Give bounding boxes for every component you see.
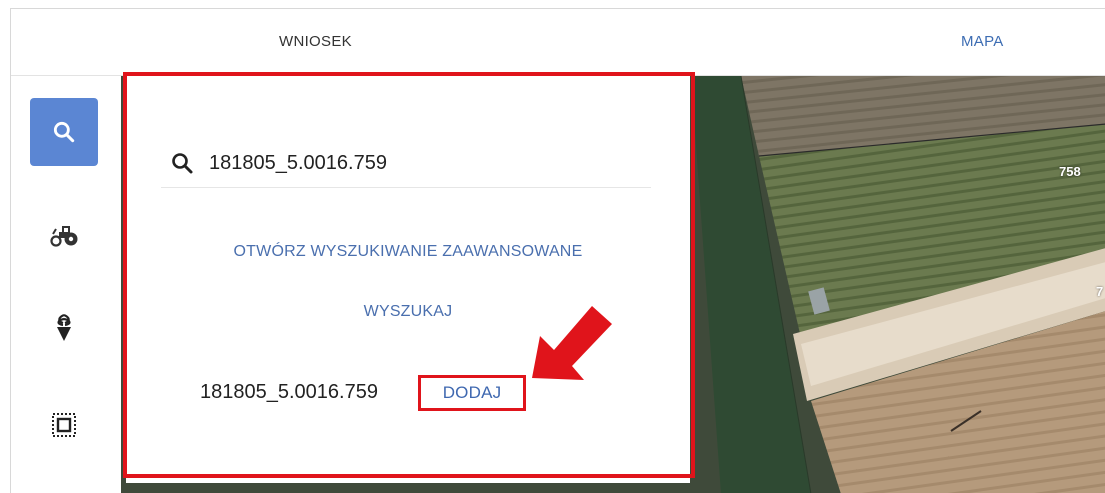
search-icon xyxy=(167,148,197,178)
search-bar xyxy=(161,139,651,188)
left-toolbar xyxy=(11,76,121,493)
search-button[interactable]: WYSZUKAJ xyxy=(126,303,690,321)
advanced-search-link[interactable]: OTWÓRZ WYSZUKIWANIE ZAAWANSOWANE xyxy=(126,243,690,261)
tab-wniosek[interactable]: WNIOSEK xyxy=(279,9,352,75)
toolbar-tractor-button[interactable] xyxy=(30,203,98,271)
tractor-icon xyxy=(50,226,78,247)
toolbar-search-button[interactable] xyxy=(30,98,98,166)
search-icon xyxy=(53,121,75,143)
toolbar-parcel-button[interactable] xyxy=(30,391,98,459)
toolbar-crop-button[interactable] xyxy=(30,294,98,362)
map-parcel-label: 758 xyxy=(1059,164,1081,179)
tab-bar: WNIOSEK MAPA xyxy=(11,9,1105,76)
result-parcel-id: 181805_5.0016.759 xyxy=(200,381,378,403)
search-panel: OTWÓRZ WYSZUKIWANIE ZAAWANSOWANE WYSZUKA… xyxy=(126,75,690,483)
add-button[interactable]: DODAJ xyxy=(418,375,526,411)
app-window: WNIOSEK MAPA 758 7 181805_5.0016.759 OTW… xyxy=(10,8,1105,493)
parcel-select-icon xyxy=(52,413,76,437)
crop-plant-icon xyxy=(57,313,71,341)
tab-mapa[interactable]: MAPA xyxy=(961,9,1004,75)
search-input[interactable] xyxy=(209,151,629,175)
map-parcel-label: 7 xyxy=(1096,284,1104,299)
